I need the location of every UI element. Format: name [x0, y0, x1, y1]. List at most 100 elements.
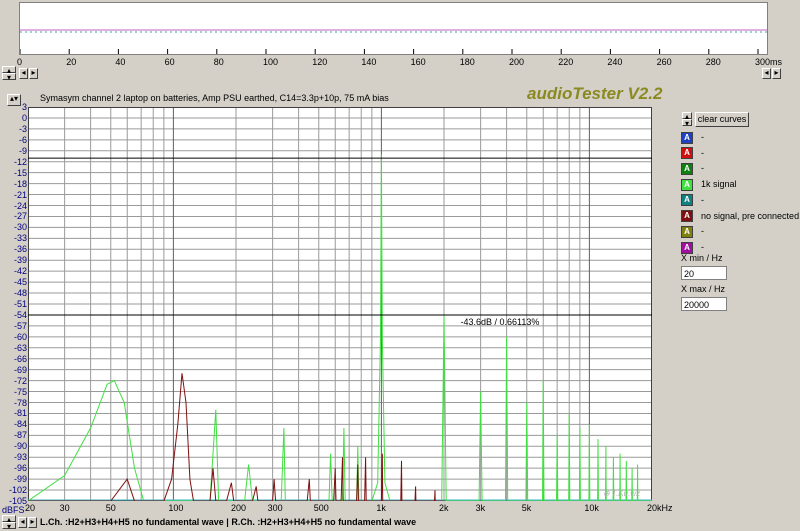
x-tick-label: 20kHz: [647, 503, 673, 513]
x-tick-label: 20: [25, 503, 36, 513]
cursor-readout: -43.6dB / 0.66113%: [460, 317, 539, 327]
scope-zoom-down-button[interactable]: ▾: [2, 73, 16, 82]
y-tick-label: -42: [13, 266, 27, 277]
y-tick-label: -12: [13, 156, 27, 167]
legend-text: no signal, pre connected: [701, 210, 800, 221]
scope-zoom-up-button[interactable]: ▴: [2, 66, 16, 75]
y-tick-label: 0: [21, 112, 27, 123]
spectrum-plot[interactable]: -43.6dB / 0.66113%: [28, 107, 652, 501]
y-tick-label: -33: [13, 233, 27, 244]
curve-toggle-chip[interactable]: A: [681, 178, 693, 191]
y-unit-label: dBFS: [2, 505, 25, 515]
scope-tick-label: 140: [361, 57, 377, 67]
scope-scroll-left-button[interactable]: ◂: [19, 68, 28, 79]
legend-item[interactable]: A-: [681, 147, 704, 160]
y-tick-label: -78: [13, 397, 27, 408]
scope-panel: [19, 2, 768, 55]
legend-item[interactable]: A-: [681, 225, 704, 238]
x-scroll-left-button[interactable]: ◂: [18, 517, 27, 528]
spectrum-curves: [28, 154, 652, 501]
y-tick-label: -15: [13, 167, 27, 178]
y-tick-label: 3: [21, 102, 27, 112]
y-tick-label: -18: [13, 178, 27, 189]
curve-toggle-chip[interactable]: A: [681, 147, 693, 160]
xmin-label: X min / Hz: [681, 253, 723, 263]
y-tick-label: -99: [13, 474, 27, 485]
y-tick-label: -81: [13, 408, 27, 419]
curve-select-down-button[interactable]: ▾: [682, 119, 692, 128]
scope-tick-label: 120: [312, 57, 328, 67]
curve-select-up-button[interactable]: ▴: [682, 112, 692, 121]
series-line-0: [28, 154, 652, 501]
scope-tick-label: 0: [17, 57, 23, 67]
legend-item[interactable]: A-: [681, 194, 704, 207]
y-tick-label: -9: [18, 145, 27, 156]
y-tick-label: -93: [13, 452, 27, 463]
spectrum-grid: [28, 107, 652, 501]
curve-toggle-chip[interactable]: A: [681, 194, 693, 207]
xmax-label: X max / Hz: [681, 284, 726, 294]
y-tick-label: -57: [13, 320, 27, 331]
y-tick-label: -45: [13, 277, 27, 288]
legend-item[interactable]: A-: [681, 131, 704, 144]
status-text: L.Ch. :H2+H3+H4+H5 no fundamental wave |…: [40, 517, 417, 527]
y-tick-label: -75: [13, 386, 27, 397]
legend-text: 1k signal: [701, 179, 737, 190]
scope-tick-label: 160: [410, 57, 426, 67]
curve-toggle-chip[interactable]: A: [681, 131, 693, 144]
x-zoom-down-button[interactable]: ▾: [2, 522, 16, 531]
scope-tick-label: 220: [558, 57, 574, 67]
scope-tick-label: 100: [263, 57, 279, 67]
xmax-input[interactable]: 20000: [681, 297, 727, 311]
y-tick-label: -27: [13, 211, 27, 222]
measurement-description: Symasym channel 2 laptop on batteries, A…: [40, 93, 389, 103]
x-tick-label: 30: [59, 503, 70, 513]
y-tick-label: -21: [13, 189, 27, 200]
scope-tick-label: 40: [115, 57, 126, 67]
legend-item[interactable]: A 1k signal: [681, 178, 737, 191]
y-tick-label: -36: [13, 244, 27, 255]
y-tick-label: -30: [13, 222, 27, 233]
y-tick-label: -102: [8, 485, 27, 496]
y-tick-label: -48: [13, 288, 27, 299]
y-tick-label: -87: [13, 430, 27, 441]
y-tick-label: -84: [13, 419, 27, 430]
y-tick-label: -69: [13, 364, 27, 375]
x-tick-label: 10k: [584, 503, 599, 513]
x-tick-label: 1k: [376, 503, 386, 513]
scope-tick-label: 20: [66, 57, 77, 67]
x-zoom-up-button[interactable]: ▴: [2, 515, 16, 524]
y-tick-label: -96: [13, 463, 27, 474]
y-tick-label: -90: [13, 441, 27, 452]
scope-scroll-right-button[interactable]: ▸: [29, 68, 38, 79]
x-scroll-right-button[interactable]: ▸: [28, 517, 37, 528]
curve-toggle-chip[interactable]: A: [681, 225, 693, 238]
y-tick-label: -66: [13, 353, 27, 364]
legend-item[interactable]: A-: [681, 162, 704, 176]
xmin-input[interactable]: 20: [681, 266, 727, 280]
legend-text: -: [701, 163, 704, 174]
clear-curves-button[interactable]: clear curves: [695, 112, 749, 127]
y-tick-label: -3: [18, 123, 27, 134]
y-tick-label: -72: [13, 375, 27, 386]
y-tick-label: -60: [13, 331, 27, 342]
curve-toggle-chip[interactable]: A: [681, 163, 693, 176]
app-title: audioTester V2.2: [527, 84, 663, 103]
scope-scroll-left-button-2[interactable]: ◂: [762, 68, 771, 79]
curve-toggle-chip[interactable]: A: [681, 241, 693, 254]
x-tick-label: 200: [231, 503, 247, 513]
scope-x-axis: 0 20 40 60 80 100 120 140 160 180 200 220 240 260 280 3…: [0, 57, 800, 69]
scope-tick-label: 200: [509, 57, 525, 67]
legend-item[interactable]: Ano signal, pre connected: [681, 210, 800, 223]
legend-item[interactable]: A-: [681, 241, 704, 254]
y-tick-label: -6: [18, 134, 27, 145]
y-tick-label: -63: [13, 342, 27, 353]
x-tick-label: 50: [105, 503, 116, 513]
legend-text: -: [701, 147, 704, 158]
scope-scroll-right-button-2[interactable]: ▸: [772, 68, 781, 79]
x-tick-label: 500: [313, 503, 329, 513]
curve-toggle-chip[interactable]: A: [681, 210, 693, 223]
x-tick-label: 3k: [475, 503, 486, 513]
legend-text: -: [701, 194, 704, 205]
y-tick-label: -39: [13, 255, 27, 266]
